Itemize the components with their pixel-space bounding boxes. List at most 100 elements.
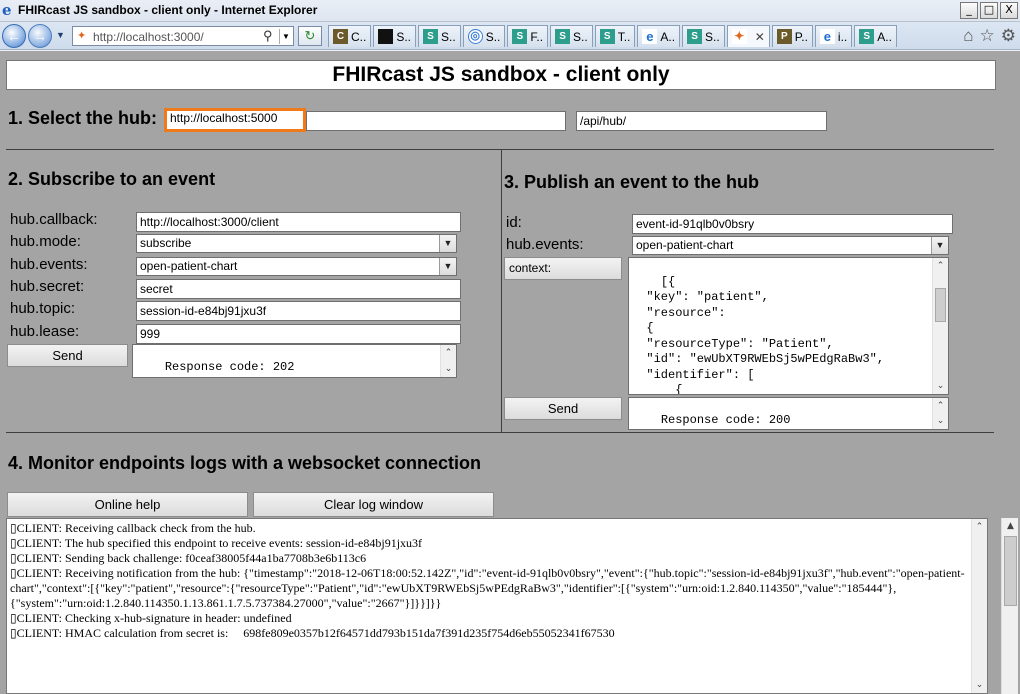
- hub-middle-input[interactable]: [306, 111, 566, 131]
- subscribe-send-button[interactable]: Send: [7, 344, 128, 367]
- page-content: FHIRcast JS sandbox - client only 1. Sel…: [0, 51, 1020, 694]
- favorites-star-icon[interactable]: ☆: [980, 26, 995, 46]
- mode-label: hub.mode:: [10, 233, 81, 250]
- forward-button[interactable]: →: [28, 24, 52, 48]
- forward-arrow-icon: →: [33, 28, 47, 44]
- browser-tab[interactable]: S S..: [550, 25, 593, 47]
- browser-tab[interactable]: S T..: [594, 25, 636, 47]
- monitor-heading: 4. Monitor endpoints logs with a websock…: [8, 453, 482, 473]
- browser-tab[interactable]: C C..: [328, 25, 372, 47]
- browser-tab[interactable]: S A..: [854, 25, 897, 47]
- address-url[interactable]: http://localhost:3000/: [93, 30, 204, 44]
- browser-tab[interactable]: e i..: [814, 25, 853, 47]
- event-id-input[interactable]: event-id-91qlb0v0bsry: [632, 214, 953, 234]
- events-select[interactable]: open-patient-chart ▼: [136, 257, 457, 276]
- secret-input[interactable]: secret: [136, 279, 461, 299]
- browser-tab[interactable]: S S..: [418, 25, 461, 47]
- refresh-button[interactable]: ↻: [298, 26, 322, 46]
- scrollbar[interactable]: ⌃ ⌄: [932, 398, 948, 429]
- scroll-up-icon[interactable]: ▲: [1002, 518, 1019, 534]
- scrollbar[interactable]: ⌃ ⌄: [440, 345, 456, 377]
- browser-tab-active[interactable]: ✦ ✕: [726, 25, 770, 47]
- events-select-value: open-patient-chart: [140, 259, 238, 273]
- topic-input[interactable]: session-id-e84bj91jxu3f: [136, 301, 461, 321]
- scroll-down-icon[interactable]: ⌄: [933, 378, 948, 394]
- tab-label: P..: [794, 29, 808, 44]
- browser-tab[interactable]: P P..: [771, 25, 813, 47]
- address-bar[interactable]: ✦ http://localhost:3000/ ⚲ ▼: [72, 26, 294, 46]
- scroll-thumb[interactable]: [1004, 536, 1017, 606]
- browser-tab[interactable]: e A..: [637, 25, 681, 47]
- secret-label: hub.secret:: [10, 278, 85, 295]
- context-json-textarea[interactable]: [{ "key": "patient", "resource": { "reso…: [628, 257, 949, 395]
- subscribe-heading: 2. Subscribe to an event: [8, 169, 216, 189]
- chevron-down-icon[interactable]: ▼: [439, 258, 456, 275]
- log-inner-scrollbar[interactable]: ⌃ ⌄: [971, 519, 987, 693]
- page-scrollbar[interactable]: ▲: [1001, 518, 1018, 694]
- chevron-down-icon[interactable]: ▼: [439, 235, 456, 252]
- subscribe-response[interactable]: Response code: 202 ⌃ ⌄: [132, 344, 457, 378]
- scroll-down-icon[interactable]: ⌄: [972, 677, 987, 693]
- tab-close-icon[interactable]: ✕: [755, 30, 765, 44]
- scroll-up-icon[interactable]: ⌃: [972, 519, 987, 535]
- publish-heading: 3. Publish an event to the hub: [504, 172, 760, 192]
- context-button[interactable]: context:: [504, 257, 622, 280]
- browser-tab[interactable]: S..: [373, 25, 417, 47]
- home-icon[interactable]: ⌂: [963, 26, 973, 46]
- mode-select-value: subscribe: [140, 236, 192, 250]
- tab-label: S..: [573, 29, 588, 44]
- log-line: ▯CLIENT: The hub specified this endpoint…: [10, 536, 423, 550]
- scroll-up-icon[interactable]: ⌃: [933, 398, 948, 414]
- hub-heading: 1. Select the hub:: [8, 108, 158, 128]
- refresh-icon: ↻: [304, 28, 316, 43]
- scroll-thumb[interactable]: [935, 288, 946, 322]
- tab-favicon-icon: C: [333, 29, 348, 44]
- publish-events-label: hub.events:: [506, 236, 584, 253]
- column-divider: [501, 150, 502, 432]
- context-json-text: [{ "key": "patient", "resource": { "reso…: [646, 274, 885, 395]
- browser-tab[interactable]: ◎ S..: [462, 25, 506, 47]
- publish-response[interactable]: Response code: 200 ⌃ ⌄: [628, 397, 949, 430]
- tab-label: S..: [441, 29, 456, 44]
- tab-label: A..: [877, 29, 892, 44]
- tab-favicon-icon: e: [642, 29, 658, 44]
- tab-label: F..: [530, 29, 544, 44]
- log-line: ▯CLIENT: Sending back challenge: f0ceaf3…: [10, 551, 367, 565]
- scroll-down-icon[interactable]: ⌄: [933, 413, 948, 429]
- browser-tab[interactable]: S S..: [682, 25, 725, 47]
- log-line: ▯CLIENT: Checking x-hub-signature in hea…: [10, 611, 292, 625]
- clear-log-button[interactable]: Clear log window: [253, 492, 494, 517]
- history-dropdown-icon[interactable]: ▼: [56, 30, 65, 40]
- close-button[interactable]: X: [1000, 2, 1018, 19]
- maximize-button[interactable]: □: [980, 2, 998, 19]
- lease-input[interactable]: 999: [136, 324, 461, 344]
- scroll-down-icon[interactable]: ⌄: [441, 361, 456, 377]
- scrollbar[interactable]: ⌃ ⌄: [932, 258, 948, 394]
- address-dropdown-icon[interactable]: ▼: [279, 29, 292, 44]
- back-button[interactable]: ←: [2, 24, 26, 48]
- search-icon[interactable]: ⚲: [263, 28, 273, 44]
- tab-label: C..: [351, 29, 367, 44]
- publish-events-value: open-patient-chart: [636, 238, 734, 252]
- log-window[interactable]: ▯CLIENT: Receiving callback check from t…: [6, 518, 988, 694]
- mode-select[interactable]: subscribe ▼: [136, 234, 457, 253]
- browser-tab[interactable]: S F..: [507, 25, 549, 47]
- minimize-button[interactable]: _: [960, 2, 978, 19]
- hub-url-input[interactable]: http://localhost:5000: [164, 108, 306, 132]
- tab-label: S..: [485, 29, 501, 44]
- settings-gear-icon[interactable]: ⚙: [1001, 26, 1016, 46]
- id-label: id:: [506, 214, 522, 231]
- publish-send-button[interactable]: Send: [504, 397, 622, 420]
- log-line: ▯CLIENT: Receiving notification from the…: [10, 566, 965, 610]
- scroll-up-icon[interactable]: ⌃: [933, 258, 948, 274]
- online-help-button[interactable]: Online help: [7, 492, 248, 517]
- publish-events-select[interactable]: open-patient-chart ▼: [632, 236, 949, 255]
- tab-label: A..: [660, 29, 676, 44]
- chevron-down-icon[interactable]: ▼: [931, 237, 948, 254]
- tab-label: i..: [837, 29, 848, 44]
- tab-favicon-icon: e: [819, 29, 835, 44]
- scroll-up-icon[interactable]: ⌃: [441, 345, 456, 361]
- callback-input[interactable]: http://localhost:3000/client: [136, 212, 461, 232]
- lease-label: hub.lease:: [10, 323, 80, 340]
- hub-path-input[interactable]: /api/hub/: [576, 111, 827, 131]
